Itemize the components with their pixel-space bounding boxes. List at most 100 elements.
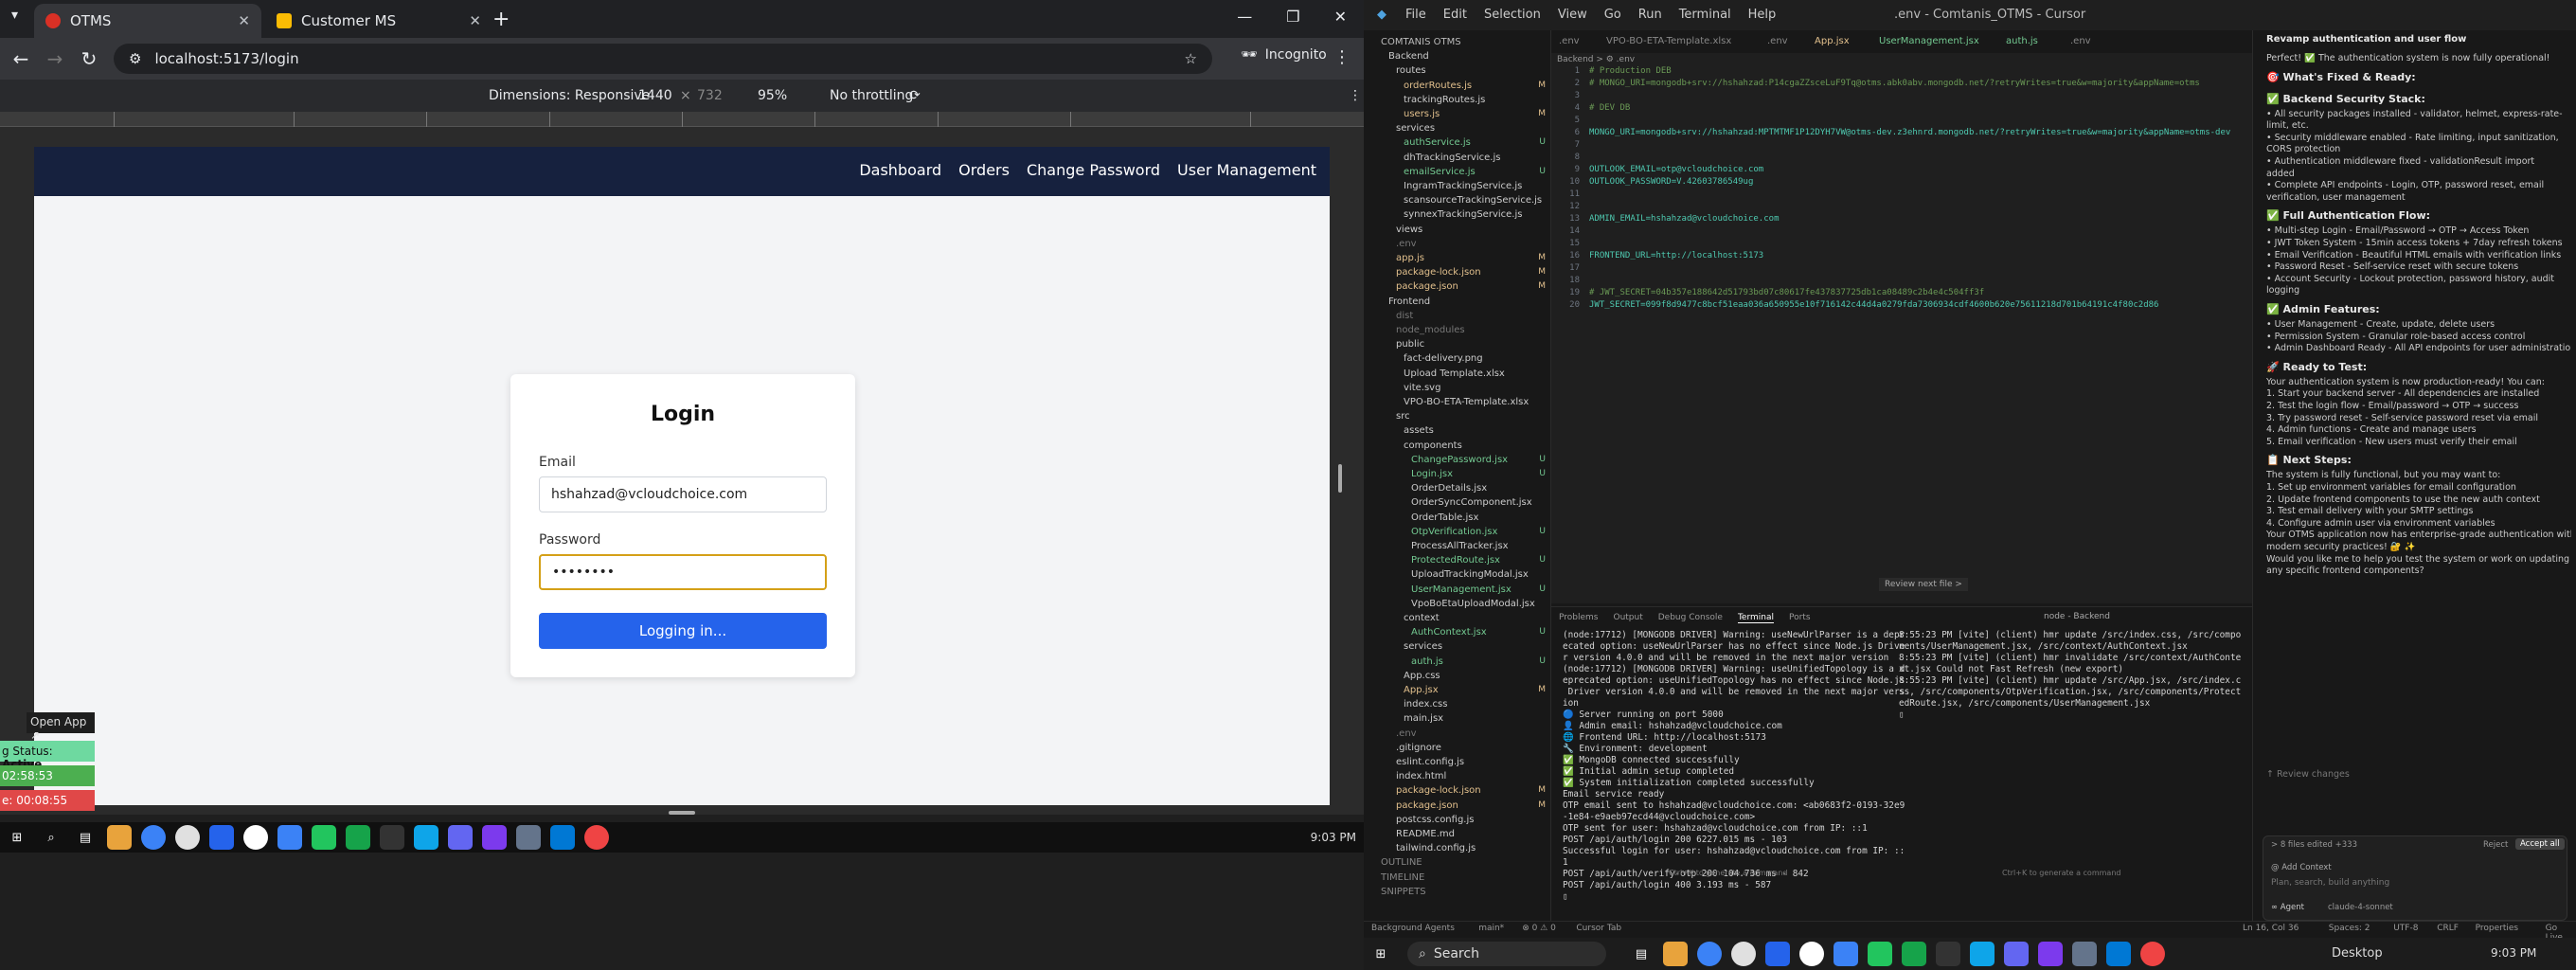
nav-user-management[interactable]: User Management [1177, 161, 1316, 179]
explorer-item[interactable]: trackingRoutes.js [1375, 94, 1550, 108]
explorer-item[interactable]: App.css [1375, 670, 1550, 684]
panel-tab-output[interactable]: Output [1613, 613, 1642, 623]
menu-item-edit[interactable]: Edit [1443, 8, 1467, 22]
explorer-item[interactable]: fact-delivery.png [1375, 352, 1550, 367]
zoom-dropdown[interactable]: 95% [758, 88, 787, 103]
editor-tab[interactable]: VPO-BO-ETA-Template.xlsx [1606, 36, 1731, 46]
explorer-item[interactable]: OtpVerification.jsx U [1375, 526, 1550, 540]
excel-icon[interactable] [346, 825, 370, 850]
nav-change-password[interactable]: Change Password [1027, 161, 1160, 179]
app-icon[interactable] [1799, 942, 1824, 966]
app-icon[interactable] [277, 825, 302, 850]
app-icon[interactable] [1834, 942, 1858, 966]
panel-tab-terminal[interactable]: Terminal [1737, 613, 1774, 623]
terminal-icon[interactable] [380, 825, 404, 850]
editor-tab[interactable]: App.jsx [1815, 36, 1850, 46]
taskbar-search[interactable]: ⌕ Search [1407, 942, 1606, 966]
status-item[interactable]: ⊗ 0 ⚠ 0 [1522, 924, 1556, 933]
app-icon[interactable] [209, 825, 234, 850]
resize-handle-bottom[interactable] [669, 811, 695, 815]
tab-otms[interactable]: OTMS ✕ [34, 4, 261, 38]
app-icon[interactable] [175, 825, 200, 850]
terminal-right[interactable]: 8:55:23 PM [vite] (client) hmr update /s… [1899, 630, 2241, 721]
explorer-item[interactable]: OrderSyncComponent.jsx [1375, 496, 1550, 511]
windows-start-icon[interactable]: ⊞ [1368, 942, 1393, 966]
explorer-item[interactable]: routes [1375, 64, 1550, 79]
explorer-item[interactable]: VpoBoEtaUploadModal.jsx [1375, 598, 1550, 612]
explorer-item[interactable]: context [1375, 612, 1550, 626]
tab-search-icon[interactable]: ▾ [11, 8, 18, 23]
task-view-icon[interactable]: ▤ [1629, 942, 1654, 966]
explorer-item[interactable]: auth.js U [1375, 656, 1550, 670]
explorer-item[interactable]: src [1375, 410, 1550, 424]
nav-dashboard[interactable]: Dashboard [859, 161, 941, 179]
search-icon[interactable]: ⌕ [39, 825, 63, 850]
explorer-item[interactable]: UserManagement.jsx U [1375, 584, 1550, 598]
excel-icon[interactable] [1902, 942, 1926, 966]
editor-tab[interactable]: .env [2070, 36, 2091, 46]
agent-mode-dropdown[interactable]: ∞ Agent [2271, 903, 2304, 912]
terminal-selector[interactable]: node - Backend [2044, 612, 2110, 621]
open-app-button[interactable]: Open App ↗ [27, 712, 95, 742]
chrome-icon[interactable] [2140, 942, 2165, 966]
vscode-icon[interactable] [2106, 942, 2131, 966]
explorer-item[interactable]: index.html [1375, 770, 1550, 784]
explorer-item[interactable]: UploadTrackingModal.jsx [1375, 568, 1550, 583]
task-view-icon[interactable]: ▤ [73, 825, 98, 850]
explorer-item[interactable]: Backend [1375, 50, 1550, 64]
explorer-item[interactable]: public [1375, 338, 1550, 352]
explorer-item[interactable]: users.js M [1375, 108, 1550, 122]
explorer-item[interactable]: services [1375, 640, 1550, 655]
explorer-item[interactable]: orderRoutes.js M [1375, 80, 1550, 94]
email-field[interactable] [539, 476, 827, 512]
width-input[interactable]: 1440 [638, 88, 672, 103]
chat-input[interactable]: Plan, search, build anything [2271, 878, 2389, 888]
app-icon[interactable] [516, 825, 541, 850]
status-item[interactable]: main* [1478, 924, 1504, 933]
explorer-item[interactable]: postcss.config.js [1375, 814, 1550, 828]
panel-tab-ports[interactable]: Ports [1789, 613, 1811, 623]
device-menu-icon[interactable]: ⋮ [1349, 88, 1362, 103]
explorer-item[interactable]: authService.js U [1375, 136, 1550, 151]
windows-start-icon[interactable]: ⊞ [5, 825, 29, 850]
add-context-button[interactable]: @ Add Context [2271, 863, 2332, 872]
reload-icon[interactable]: ↻ [72, 47, 106, 70]
editor-tab[interactable]: UserManagement.jsx [1879, 36, 1979, 46]
tab-customer-ms[interactable]: Customer MS ✕ [265, 4, 492, 38]
explorer-item[interactable]: ProtectedRoute.jsx U [1375, 554, 1550, 568]
explorer-item[interactable]: emailService.js U [1375, 166, 1550, 180]
back-icon[interactable]: ← [4, 47, 38, 70]
forward-icon[interactable]: → [38, 47, 72, 70]
review-changes-link[interactable]: ↑ Review changes [2266, 769, 2571, 780]
status-item[interactable]: CRLF [2437, 924, 2459, 933]
menu-item-go[interactable]: Go [1604, 8, 1621, 22]
panel-tab-debug-console[interactable]: Debug Console [1658, 613, 1723, 623]
file-explorer-icon[interactable] [1663, 942, 1688, 966]
editor-tab[interactable]: .env [1559, 36, 1580, 46]
browser-menu-icon[interactable]: ⋮ [1333, 47, 1351, 67]
explorer-item[interactable]: AuthContext.jsx U [1375, 626, 1550, 640]
new-tab-icon[interactable]: + [492, 8, 510, 31]
explorer-item[interactable]: VPO-BO-ETA-Template.xlsx [1375, 396, 1550, 410]
status-item[interactable]: Ln 16, Col 36 [2243, 924, 2299, 933]
teams-icon[interactable] [448, 825, 473, 850]
nav-orders[interactable]: Orders [958, 161, 1010, 179]
desktop-label[interactable]: Desktop [2332, 946, 2383, 961]
explorer-item[interactable]: README.md [1375, 828, 1550, 842]
terminal-left[interactable]: (node:17712) [MONGODB DRIVER] Warning: u… [1563, 630, 1905, 903]
explorer-item[interactable]: IngramTrackingService.js [1375, 180, 1550, 194]
explorer-item[interactable]: eslint.config.js [1375, 756, 1550, 770]
throttle-dropdown[interactable]: No throttling [830, 88, 913, 103]
site-info-icon[interactable]: ⚙ [129, 50, 141, 67]
dimensions-dropdown[interactable]: Dimensions: Responsive [489, 88, 650, 103]
menu-item-view[interactable]: View [1558, 8, 1587, 22]
app-icon[interactable] [1765, 942, 1790, 966]
explorer-item[interactable]: OrderDetails.jsx [1375, 482, 1550, 496]
menu-item-file[interactable]: File [1405, 8, 1426, 22]
password-field[interactable] [539, 554, 827, 590]
file-explorer-icon[interactable] [107, 825, 132, 850]
explorer-item[interactable]: package-lock.json M [1375, 784, 1550, 799]
bookmark-star-icon[interactable]: ☆ [1185, 50, 1197, 67]
login-button[interactable]: Logging in... [539, 613, 827, 649]
vscode-icon[interactable] [550, 825, 575, 850]
